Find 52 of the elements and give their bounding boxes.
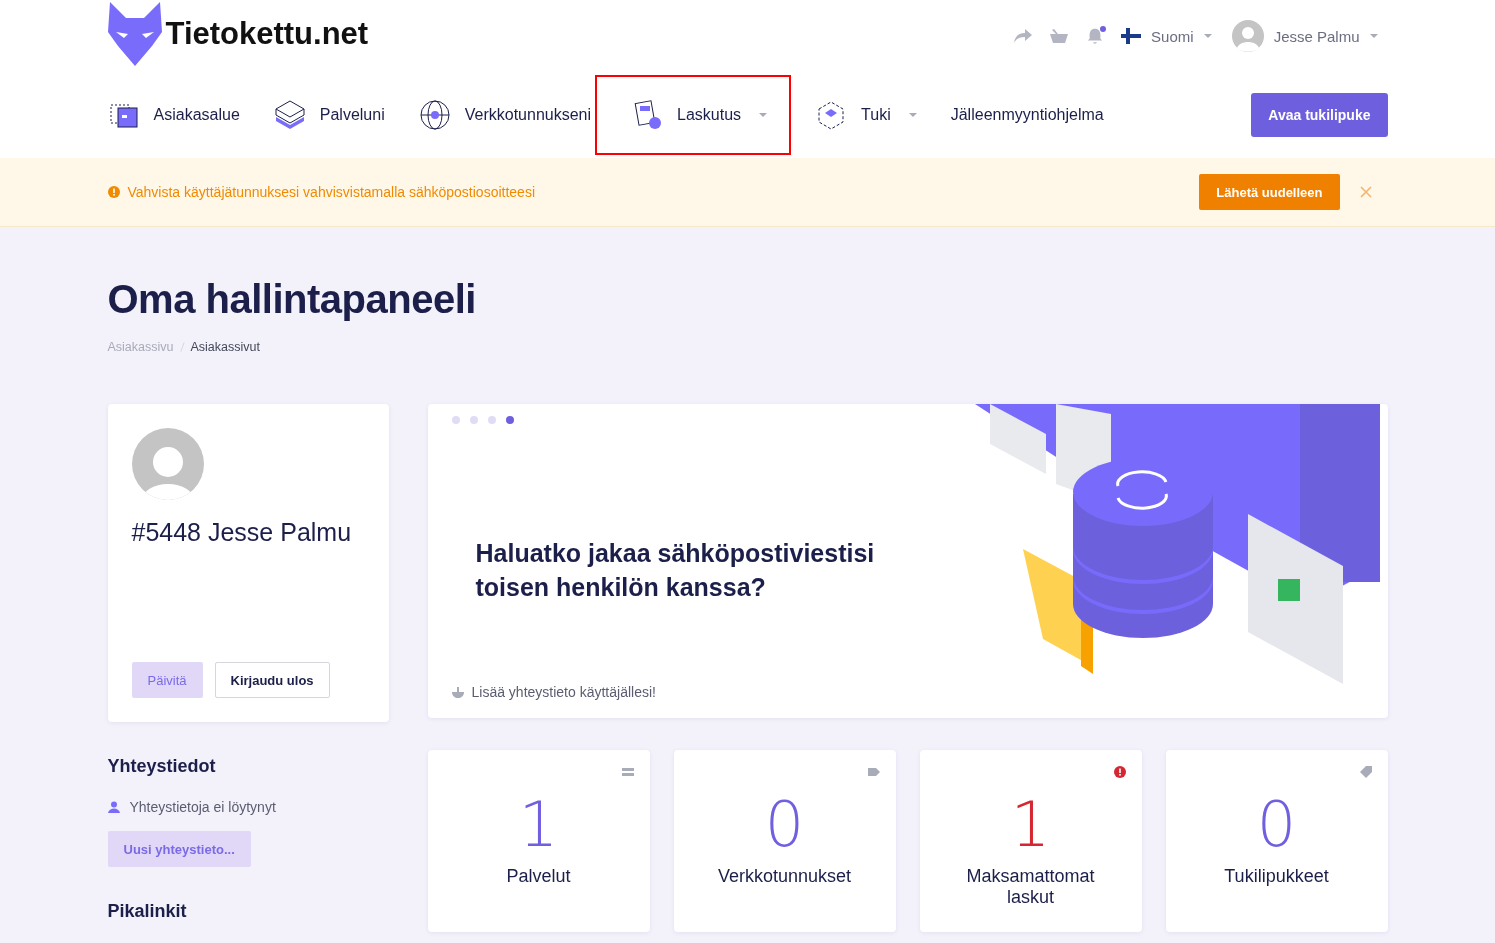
open-ticket-button[interactable]: Avaa tukilipuke	[1251, 93, 1388, 137]
page-title: Oma hallintapaneeli	[107, 277, 477, 322]
slider-dot[interactable]	[505, 416, 514, 424]
section-heading: Pikalinkit	[107, 901, 188, 922]
alert-message: Vahvista käyttäjätunnuksesi vahvisvistamalla sähköpostiosoitteesi	[127, 184, 535, 200]
promo-footer-text: Lisää yhteystieto käyttäjällesi!	[471, 684, 656, 700]
user-menu[interactable]: Jesse Palmu	[1273, 27, 1360, 45]
tag-icon	[867, 766, 880, 778]
stat-count: 1	[518, 792, 559, 858]
person-icon	[107, 801, 120, 813]
globe-icon	[418, 99, 451, 131]
stat-count: 1	[1010, 792, 1051, 858]
empty-contacts-text: Yhteystietoja ei löytynyt	[129, 799, 276, 815]
user-avatar-icon[interactable]	[1231, 20, 1264, 52]
language-selector[interactable]: Suomi	[1151, 27, 1194, 45]
customer-name: #5448 Jesse Palmu	[131, 518, 353, 547]
nav-item[interactable]: Palveluni	[273, 75, 385, 155]
slider-dot[interactable]	[451, 416, 460, 424]
basket-icon[interactable]	[1049, 27, 1070, 45]
share-icon[interactable]	[1013, 27, 1034, 45]
stat-label: Verkkotunnukset	[716, 866, 853, 887]
site-logo-text[interactable]: Tietokettu.net	[165, 16, 369, 52]
caret-icon	[1203, 34, 1212, 38]
alert-icon	[1113, 766, 1126, 778]
stat-label: Maksamattomat laskut	[965, 866, 1096, 908]
nav-item[interactable]: Asiakasalue	[107, 75, 240, 155]
ticket-icon	[1359, 766, 1372, 778]
stat-label: Tukilipukkeet	[1223, 866, 1330, 887]
nav-item[interactable]: Tuki	[815, 75, 917, 155]
stat-card[interactable]: 0 Tukilipukkeet	[1165, 750, 1388, 932]
section-heading: Yhteystiedot	[107, 756, 217, 777]
caret-icon	[1369, 34, 1378, 38]
stat-card[interactable]: 0 Verkkotunnukset	[673, 750, 896, 932]
highlighted-nav-item[interactable]: Laskutus	[595, 75, 792, 155]
logout-button[interactable]: Kirjaudu ulos	[214, 662, 330, 698]
finnish-flag-icon	[1121, 28, 1142, 44]
promo-heading: Haluatko jakaa sähköpostiviestisi toisen henkilön kanssa?	[475, 538, 876, 603]
stat-count: 0	[764, 792, 805, 858]
slider-dot[interactable]	[469, 416, 478, 424]
server-icon	[621, 766, 634, 778]
slider-dot[interactable]	[487, 416, 496, 424]
stat-count: 0	[1256, 792, 1297, 858]
nav-item[interactable]: Jälleenmyyntiohjelma	[950, 75, 1104, 155]
stat-card[interactable]: 1 Palvelut	[427, 750, 650, 932]
server-box-icon	[273, 99, 306, 131]
warning-icon	[107, 186, 120, 198]
bowl-icon	[451, 686, 464, 698]
stat-card[interactable]: 1 Maksamattomat laskut	[919, 750, 1142, 932]
close-icon[interactable]	[1359, 186, 1372, 198]
nav-item[interactable]: Verkkotunnukseni	[418, 75, 592, 155]
breadcrumb-link[interactable]: Asiakassivut	[190, 340, 260, 354]
stat-label: Palvelut	[505, 866, 572, 887]
